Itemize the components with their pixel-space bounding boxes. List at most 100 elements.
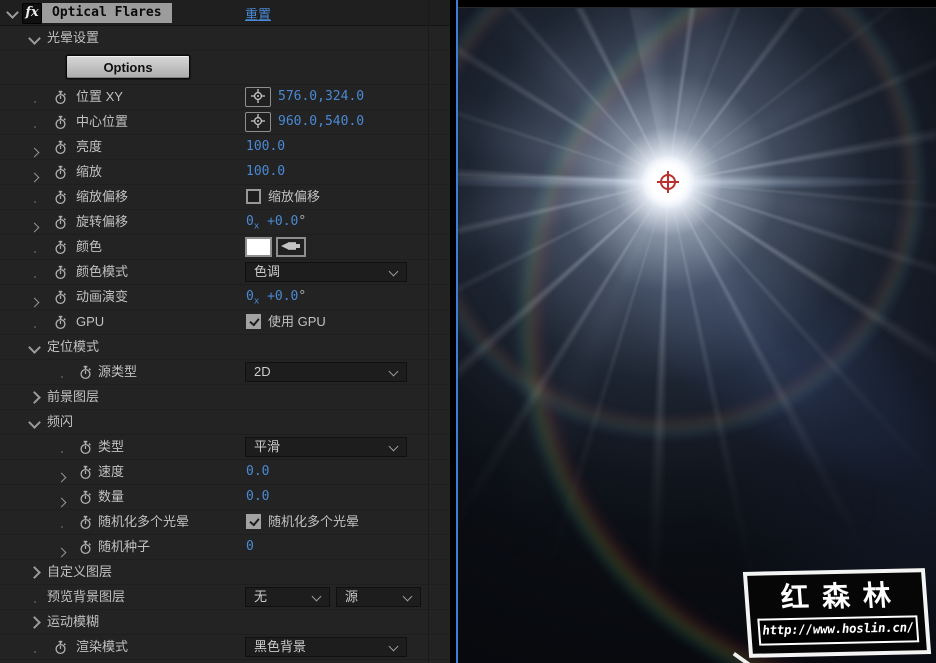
stopwatch-icon[interactable] bbox=[54, 90, 67, 110]
dropdown-preview-background-layer-2[interactable]: 源 bbox=[336, 587, 421, 607]
effect-rows: 光晕设置 Options 位置 XY 576.0,324.0 中心位置 960.0,540… bbox=[0, 26, 450, 660]
property-label: 缩放 bbox=[76, 164, 103, 179]
dropdown-color-mode[interactable]: 色调 bbox=[245, 262, 407, 282]
chevron-down-icon[interactable] bbox=[28, 341, 41, 354]
chevron-right-icon[interactable] bbox=[28, 566, 41, 579]
effect-name[interactable]: Optical Flares bbox=[42, 3, 172, 23]
checkbox-label: 随机化多个光晕 bbox=[268, 514, 360, 529]
stopwatch-icon[interactable] bbox=[54, 190, 67, 210]
chevron-down-icon[interactable] bbox=[28, 32, 41, 45]
watermark-url: http://www.hoslin.cn/ bbox=[757, 615, 920, 646]
reset-link[interactable]: 重置 bbox=[245, 4, 271, 23]
value-scale[interactable]: 100.0 bbox=[246, 160, 285, 184]
stopwatch-icon[interactable] bbox=[54, 240, 67, 260]
dropdown-value: 黑色背景 bbox=[254, 639, 307, 654]
stopwatch-icon[interactable] bbox=[54, 265, 67, 285]
expander-icon[interactable] bbox=[29, 218, 40, 236]
row-speed: 速度 0.0 bbox=[0, 460, 450, 485]
chevron-down-icon bbox=[388, 441, 399, 452]
expander-icon[interactable] bbox=[29, 143, 40, 161]
stopwatch-icon[interactable] bbox=[54, 115, 67, 135]
group-label: 前景图层 bbox=[47, 389, 100, 404]
property-label: 旋转偏移 bbox=[76, 214, 129, 229]
angle-revolutions: 0 bbox=[246, 214, 254, 229]
expander-icon[interactable] bbox=[29, 293, 40, 311]
row-scale: 缩放 100.0 bbox=[0, 160, 450, 185]
row-positioning-mode[interactable]: 定位模式 bbox=[0, 335, 450, 360]
dropdown-render-mode[interactable]: 黑色背景 bbox=[245, 637, 407, 657]
row-options: Options bbox=[0, 51, 450, 85]
chevron-down-icon bbox=[311, 591, 322, 602]
stopwatch-icon[interactable] bbox=[54, 640, 67, 660]
value-random-seed[interactable]: 0 bbox=[246, 535, 254, 559]
row-preview-background-layer: 预览背景图层 无 源 bbox=[0, 585, 450, 610]
stopwatch-icon[interactable] bbox=[54, 165, 67, 185]
property-label: 类型 bbox=[98, 439, 125, 454]
stopwatch-icon[interactable] bbox=[54, 140, 67, 160]
composition-viewer: 红森林 http://www.hoslin.cn/ bbox=[450, 0, 936, 663]
options-button[interactable]: Options bbox=[66, 55, 190, 79]
expander-icon[interactable] bbox=[56, 543, 67, 561]
property-label: 源类型 bbox=[98, 364, 138, 379]
chevron-down-icon bbox=[388, 366, 399, 377]
dropdown-value: 源 bbox=[345, 589, 359, 604]
point-picker-button[interactable] bbox=[245, 112, 271, 132]
angle-revolutions: 0 bbox=[246, 289, 254, 304]
keyframe-dot bbox=[31, 318, 39, 336]
value-speed[interactable]: 0.0 bbox=[246, 460, 269, 484]
dropdown-type[interactable]: 平滑 bbox=[245, 437, 407, 457]
value-center-position[interactable]: 960.0,540.0 bbox=[278, 110, 364, 134]
effect-controls-panel: fx Optical Flares 重置 光晕设置 Options 位置 XY 576… bbox=[0, 0, 450, 663]
checkbox-scale-offset[interactable] bbox=[246, 189, 261, 204]
chevron-right-icon[interactable] bbox=[28, 391, 41, 404]
color-swatch[interactable] bbox=[245, 237, 272, 257]
row-amount: 数量 0.0 bbox=[0, 485, 450, 510]
value-position-xy[interactable]: 576.0,324.0 bbox=[278, 85, 364, 109]
flare-position-target-icon[interactable] bbox=[657, 171, 679, 193]
dropdown-preview-background-layer-1[interactable]: 无 bbox=[245, 587, 330, 607]
stopwatch-icon[interactable] bbox=[79, 540, 92, 560]
value-amount[interactable]: 0.0 bbox=[246, 485, 269, 509]
property-label: 颜色 bbox=[76, 239, 103, 254]
checkbox-gpu[interactable] bbox=[246, 314, 261, 329]
stopwatch-icon[interactable] bbox=[79, 515, 92, 535]
stopwatch-icon[interactable] bbox=[54, 315, 67, 335]
stopwatch-icon[interactable] bbox=[54, 215, 67, 235]
dropdown-value: 无 bbox=[254, 589, 268, 604]
chevron-down-icon[interactable] bbox=[28, 416, 41, 429]
dropdown-source-type[interactable]: 2D bbox=[245, 362, 407, 382]
row-flicker[interactable]: 频闪 bbox=[0, 410, 450, 435]
chevron-down-icon[interactable] bbox=[6, 6, 19, 19]
stopwatch-icon[interactable] bbox=[79, 490, 92, 510]
angle-degrees: +0.0 bbox=[259, 289, 299, 304]
keyframe-dot bbox=[58, 443, 66, 461]
point-picker-button[interactable] bbox=[245, 87, 271, 107]
stopwatch-icon[interactable] bbox=[54, 290, 67, 310]
row-motion-blur[interactable]: 运动模糊 bbox=[0, 610, 450, 635]
stopwatch-icon[interactable] bbox=[79, 365, 92, 385]
composition-viewport[interactable]: 红森林 http://www.hoslin.cn/ bbox=[458, 7, 936, 663]
row-brightness: 亮度 100.0 bbox=[0, 135, 450, 160]
expander-icon[interactable] bbox=[56, 493, 67, 511]
group-label: 自定义图层 bbox=[47, 564, 113, 579]
expander-icon[interactable] bbox=[56, 468, 67, 486]
value-brightness[interactable]: 100.0 bbox=[246, 135, 285, 159]
stopwatch-icon[interactable] bbox=[79, 465, 92, 485]
stopwatch-icon[interactable] bbox=[79, 440, 92, 460]
row-center-position: 中心位置 960.0,540.0 bbox=[0, 110, 450, 135]
eyedropper-icon[interactable] bbox=[276, 237, 306, 257]
chevron-down-icon bbox=[388, 266, 399, 277]
panel-divider bbox=[428, 0, 429, 663]
chevron-down-icon bbox=[388, 641, 399, 652]
dropdown-value: 2D bbox=[254, 364, 271, 379]
row-render-mode: 渲染模式 黑色背景 bbox=[0, 635, 450, 660]
dropdown-value: 色调 bbox=[254, 264, 281, 279]
row-gpu: GPU 使用 GPU bbox=[0, 310, 450, 335]
checkbox-randomize-multiple-flares[interactable] bbox=[246, 514, 261, 529]
expander-icon[interactable] bbox=[29, 168, 40, 186]
property-label: 颜色模式 bbox=[76, 264, 129, 279]
row-custom-layers[interactable]: 自定义图层 bbox=[0, 560, 450, 585]
chevron-right-icon[interactable] bbox=[28, 616, 41, 629]
row-foreground-layers[interactable]: 前景图层 bbox=[0, 385, 450, 410]
row-flare-settings[interactable]: 光晕设置 bbox=[0, 26, 450, 51]
